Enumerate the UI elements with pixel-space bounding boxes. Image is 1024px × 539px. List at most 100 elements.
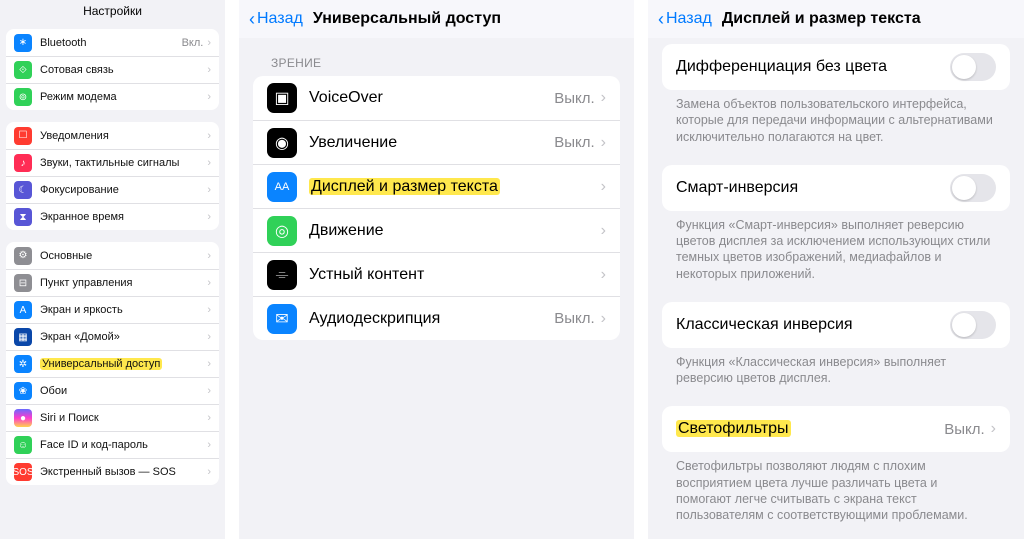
settings-row[interactable]: ▦ Экран «Домой»› (6, 323, 219, 350)
row-label: Смарт-инверсия (676, 179, 950, 197)
chevron-right-icon: › (207, 64, 211, 76)
row-label: Светофильтры (676, 420, 944, 438)
toggle-switch[interactable] (950, 174, 996, 202)
back-button[interactable]: ‹ Назад (658, 9, 712, 30)
row-label: Устный контент (309, 266, 601, 284)
chevron-right-icon: › (207, 439, 211, 451)
settings-row[interactable]: ⚙ Основные› (6, 242, 219, 269)
row-label: Звуки, тактильные сигналы (40, 157, 207, 169)
chevron-right-icon: › (207, 91, 211, 103)
chevron-right-icon: › (991, 420, 996, 438)
row-label: Фокусирование (40, 184, 207, 196)
settings-row[interactable]: ⊟Пункт управления› (6, 269, 219, 296)
row-label: Face ID и код-пароль (40, 439, 207, 451)
settings-row[interactable]: AЭкран и яркость› (6, 296, 219, 323)
toggle-row[interactable]: Дифференциация без цвета (676, 44, 996, 90)
toggle-row[interactable]: Классическая инверсия (676, 302, 996, 348)
settings-row[interactable]: ⟐Сотовая связь› (6, 56, 219, 83)
row-label: Экстренный вызов — SOS (40, 466, 207, 478)
row-label: Обои (40, 385, 207, 397)
accessibility-icon: ✲ (14, 355, 32, 373)
row-label: Аудиодескрипция (309, 310, 554, 328)
sos-icon: SOS (14, 463, 32, 481)
settings-row[interactable]: ♪ Звуки, тактильные сигналы› (6, 149, 219, 176)
settings-row[interactable]: ☺ Face ID и код-пароль› (6, 431, 219, 458)
row-label: Движение (309, 222, 601, 240)
notifications-icon: ☐ (14, 127, 32, 145)
settings-panel: Настройки ∗BluetoothВкл.›⟐Сотовая связь›… (0, 0, 225, 539)
settings-row[interactable]: ⊚Режим модема› (6, 83, 219, 110)
row-description: Замена объектов пользовательского интерф… (648, 90, 1024, 159)
focus-icon: ☾ (14, 181, 32, 199)
chevron-right-icon: › (601, 266, 606, 284)
row-label: Уведомления (40, 130, 207, 142)
accessibility-row[interactable]: ⌯ Устный контент› (253, 252, 620, 296)
back-label: Назад (666, 10, 712, 28)
cellular-icon: ⟐ (14, 61, 32, 79)
row-description: Функция «Классическая инверсия» выполняе… (648, 348, 1024, 401)
chevron-right-icon: › (601, 178, 606, 196)
toggle-switch[interactable] (950, 311, 996, 339)
settings-row[interactable]: ✲ Универсальный доступ› (6, 350, 219, 377)
chevron-right-icon: › (207, 250, 211, 262)
row-label: Дисплей и размер текста (309, 178, 601, 196)
settings-row[interactable]: ⧗Экранное время› (6, 203, 219, 230)
row-description: Светофильтры позволяют людям с плохим во… (648, 452, 1024, 537)
row-label: Классическая инверсия (676, 316, 950, 334)
faceid-icon: ☺ (14, 436, 32, 454)
row-label: Универсальный доступ (40, 358, 207, 370)
row-label: Экран и яркость (40, 304, 207, 316)
accessibility-panel: ‹ Назад Универсальный доступ ЗРЕНИЕ ▣ Voi… (239, 0, 634, 539)
settings-row[interactable]: SOS Экстренный вызов — SOS› (6, 458, 219, 485)
settings-row[interactable]: ∗BluetoothВкл.› (6, 29, 219, 56)
toggle-row[interactable]: Смарт-инверсия (676, 165, 996, 211)
chevron-left-icon: ‹ (249, 9, 255, 30)
toggle-switch[interactable] (950, 53, 996, 81)
display-text-panel: ‹ Назад Дисплей и размер текста Дифферен… (648, 0, 1024, 539)
setting-card: СветофильтрыВыкл. › (662, 406, 1010, 452)
settings-row[interactable]: ☾ Фокусирование› (6, 176, 219, 203)
row-detail: Выкл. (944, 421, 984, 438)
accessibility-row[interactable]: AAДисплей и размер текста› (253, 164, 620, 208)
audiodesc-icon: ✉ (267, 304, 297, 334)
chevron-right-icon: › (207, 130, 211, 142)
back-label: Назад (257, 10, 303, 28)
general-icon: ⚙ (14, 247, 32, 265)
settings-row[interactable]: ●Siri и Поиск› (6, 404, 219, 431)
chevron-right-icon: › (207, 331, 211, 343)
link-row[interactable]: СветофильтрыВыкл. › (676, 406, 996, 452)
spoken-content-icon: ⌯ (267, 260, 297, 290)
back-button[interactable]: ‹ Назад (249, 9, 303, 30)
siri-icon: ● (14, 409, 32, 427)
row-label: Увеличение (309, 134, 554, 152)
row-label: Экран «Домой» (40, 331, 207, 343)
chevron-right-icon: › (207, 358, 211, 370)
chevron-right-icon: › (601, 134, 606, 152)
chevron-right-icon: › (207, 466, 211, 478)
nav-bar: ‹ Назад Универсальный доступ (239, 0, 634, 38)
wallpaper-icon: ❀ (14, 382, 32, 400)
row-label: Экранное время (40, 211, 207, 223)
section-label-vision: ЗРЕНИЕ (239, 38, 634, 76)
row-label: VoiceOver (309, 89, 554, 107)
accessibility-row[interactable]: ◎Движение› (253, 208, 620, 252)
sounds-icon: ♪ (14, 154, 32, 172)
accessibility-row[interactable]: ◉УвеличениеВыкл.› (253, 120, 620, 164)
row-detail: Выкл. (554, 134, 594, 151)
row-label: Bluetooth (40, 37, 182, 49)
accessibility-row[interactable]: ✉АудиодескрипцияВыкл.› (253, 296, 620, 340)
row-label: Пункт управления (40, 277, 207, 289)
screentime-icon: ⧗ (14, 208, 32, 226)
voiceover-icon: ▣ (267, 83, 297, 113)
row-label: Siri и Поиск (40, 412, 207, 424)
row-label: Основные (40, 250, 207, 262)
settings-row[interactable]: ❀Обои› (6, 377, 219, 404)
home-screen-icon: ▦ (14, 328, 32, 346)
accessibility-row[interactable]: ▣VoiceOverВыкл.› (253, 76, 620, 120)
chevron-right-icon: › (207, 157, 211, 169)
row-label: Дифференциация без цвета (676, 58, 950, 76)
chevron-right-icon: › (601, 89, 606, 107)
settings-row[interactable]: ☐ Уведомления› (6, 122, 219, 149)
page-title: Дисплей и размер текста (722, 10, 921, 28)
chevron-right-icon: › (207, 184, 211, 196)
